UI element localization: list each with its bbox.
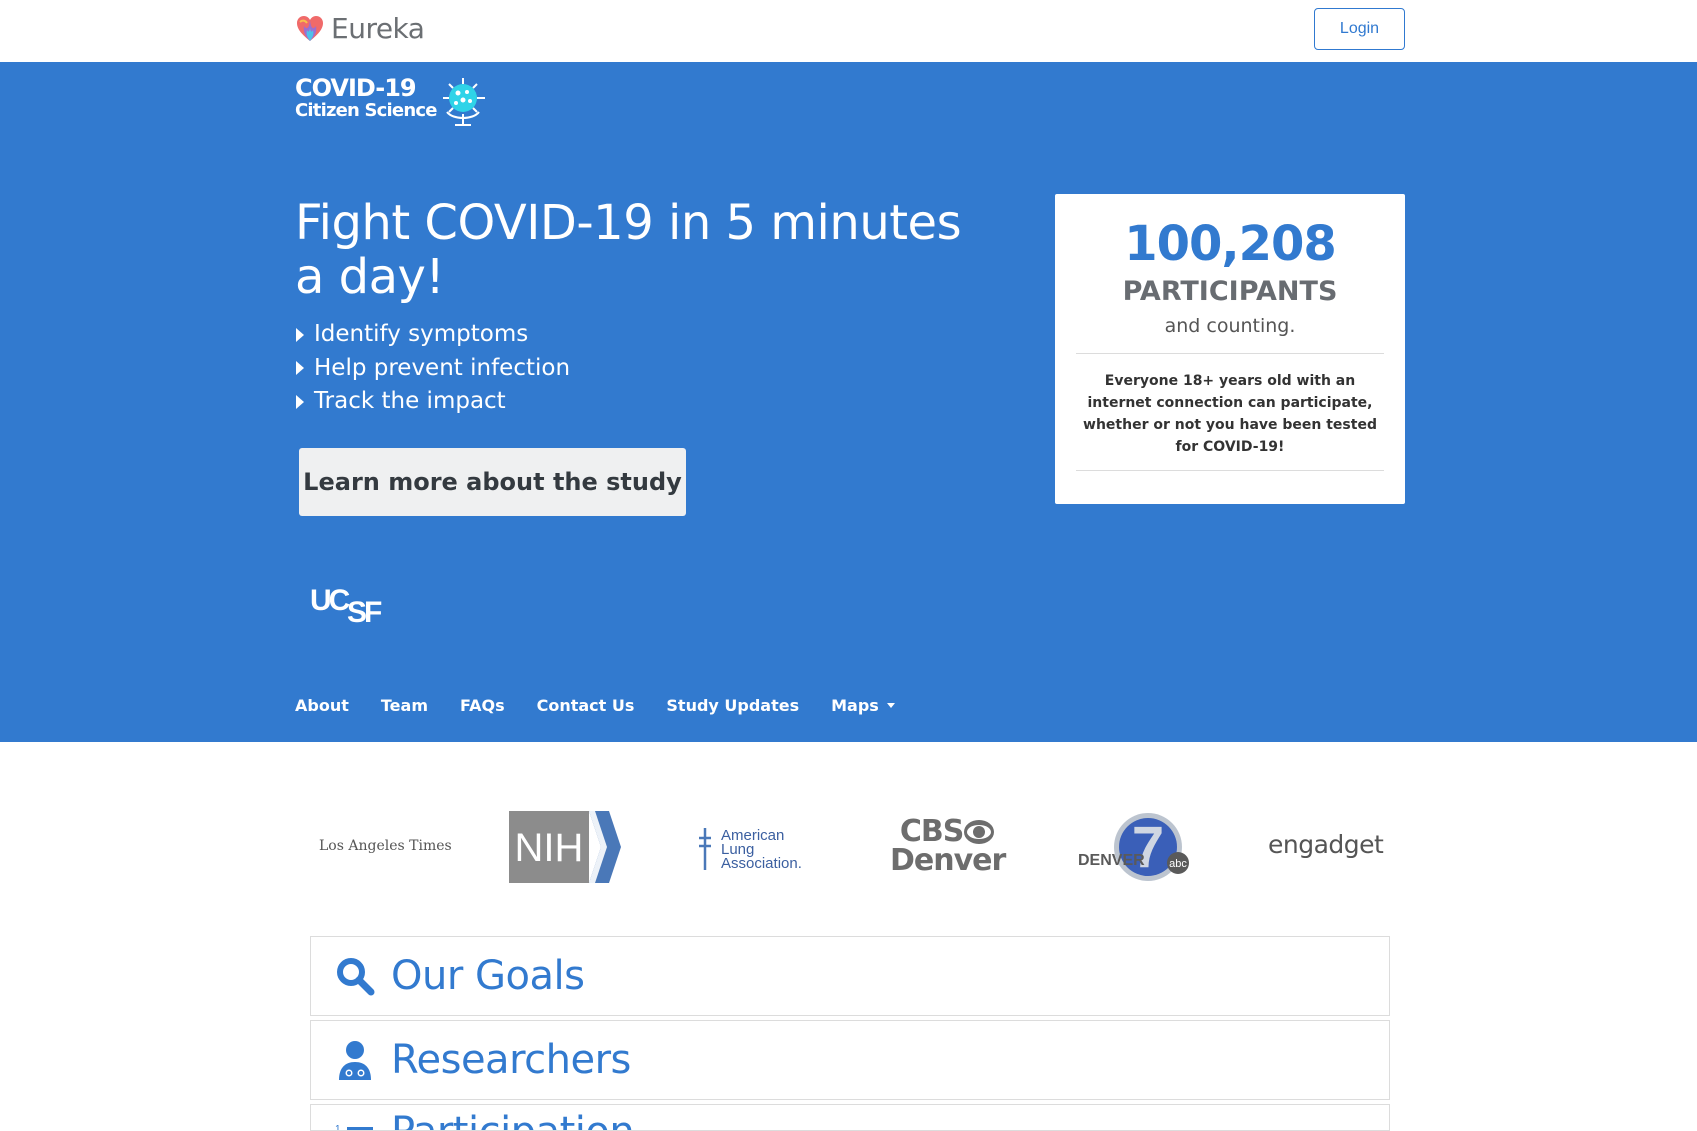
american-lung-association-logo: American Lung Association. xyxy=(695,826,815,872)
press-logos: Los Angeles Times NIH American Lung Asso… xyxy=(305,808,1385,888)
nav-maps-label: Maps xyxy=(831,696,879,715)
abc-text: abc xyxy=(1169,858,1187,870)
accordion-participation[interactable]: 1 Participation xyxy=(310,1104,1390,1131)
svg-text:SF: SF xyxy=(347,596,382,628)
feature-item: Track the impact xyxy=(296,385,570,419)
heart-logo-icon xyxy=(297,15,323,41)
denver-text: DENVER xyxy=(1078,852,1145,869)
caret-right-icon xyxy=(296,327,304,342)
ala-logo-mark: American Lung Association. xyxy=(699,827,802,872)
eureka-logo[interactable]: Eureka xyxy=(295,12,425,45)
hero-section: COVID-19 Citizen Science Fight COVID-19 … xyxy=(0,62,1697,742)
accordion-title: Our Goals xyxy=(391,953,585,999)
logo-line-1: COVID-19 xyxy=(295,74,417,102)
accordion-our-goals[interactable]: Our Goals xyxy=(310,936,1390,1016)
caret-right-icon xyxy=(296,394,304,409)
participant-count: 100,208 xyxy=(1124,216,1337,272)
nav-study-updates[interactable]: Study Updates xyxy=(666,696,799,715)
svg-text:UC: UC xyxy=(310,584,350,617)
participants-card: 100,208 PARTICIPANTS and counting. Every… xyxy=(1055,194,1405,504)
feature-label: Identify symptoms xyxy=(314,321,529,347)
accordion-title: Researchers xyxy=(391,1037,631,1083)
feature-label: Track the impact xyxy=(314,388,506,414)
logo-line-2: Citizen Science xyxy=(295,100,437,121)
feature-label: Help prevent infection xyxy=(314,354,571,381)
nih-logo-mark: NIH xyxy=(509,811,621,883)
participant-sub: and counting. xyxy=(1164,315,1296,337)
hero-title: Fight COVID-19 in 5 minutes a day! xyxy=(295,195,962,305)
brand-name: Eureka xyxy=(331,12,425,45)
accordion-researchers[interactable]: Researchers xyxy=(310,1020,1390,1100)
accordion-title: Participation xyxy=(391,1105,635,1130)
learn-more-button[interactable]: Learn more about the study xyxy=(299,448,686,516)
search-icon xyxy=(331,956,379,996)
nav-faqs[interactable]: FAQs xyxy=(460,696,505,715)
denver7-logo-mark: 7 DENVER abc xyxy=(1078,813,1189,881)
login-button[interactable]: Login xyxy=(1314,8,1405,50)
list-icon: 1 xyxy=(331,1105,379,1131)
eligibility-note: Everyone 18+ years old with an internet … xyxy=(1083,373,1377,455)
cbs-denver-text: Denver xyxy=(890,842,1006,878)
nav-about[interactable]: About xyxy=(295,696,349,715)
feature-item: Identify symptoms xyxy=(296,318,570,352)
nav-maps-dropdown[interactable]: Maps xyxy=(831,696,895,715)
virus-globe-icon xyxy=(442,78,485,126)
doctor-icon xyxy=(331,1040,379,1080)
nav-contact-us[interactable]: Contact Us xyxy=(537,696,635,715)
divider xyxy=(1076,353,1384,354)
nav-team[interactable]: Team xyxy=(381,696,428,715)
feature-list: Identify symptoms Help prevent infection… xyxy=(296,318,570,419)
engadget-logo: engadget xyxy=(1268,830,1384,859)
cbs-denver-logo: CBS Denver xyxy=(890,817,1006,878)
hero-nav: About Team FAQs Contact Us Study Updates… xyxy=(295,696,927,715)
ala-line-3: Association. xyxy=(721,855,802,872)
caret-down-icon xyxy=(886,703,895,708)
svg-text:7: 7 xyxy=(1132,815,1164,880)
la-times-logo: Los Angeles Times xyxy=(319,838,452,854)
participant-label: PARTICIPANTS xyxy=(1122,276,1338,307)
covid-citizen-science-logo[interactable]: COVID-19 Citizen Science xyxy=(295,76,491,128)
ucsf-logo[interactable]: UC SF xyxy=(310,582,390,633)
divider xyxy=(1076,470,1384,471)
ucsf-logo-mark: UC SF xyxy=(310,584,385,629)
cbs-eye-icon xyxy=(964,820,995,845)
top-bar: Eureka Login xyxy=(0,0,1697,62)
caret-right-icon xyxy=(296,361,304,376)
nih-text: NIH xyxy=(515,826,584,870)
nih-logo: NIH xyxy=(509,811,621,883)
feature-item: Help prevent infection xyxy=(296,352,570,386)
denver7-logo: 7 DENVER abc xyxy=(1078,811,1190,883)
svg-text:1: 1 xyxy=(335,1124,341,1131)
